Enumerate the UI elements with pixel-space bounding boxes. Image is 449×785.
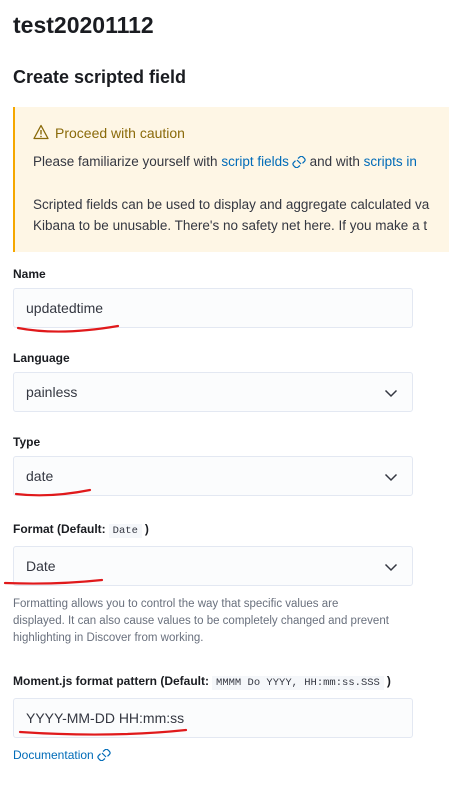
format-select[interactable]: Date [13, 546, 413, 586]
language-value: painless [26, 384, 78, 400]
caution-callout: Proceed with caution Please familiarize … [13, 107, 449, 252]
name-input[interactable]: updatedtime [13, 288, 413, 328]
chevron-down-icon [384, 389, 398, 398]
format-help-text: Formatting allows you to control the way… [13, 598, 389, 644]
name-label: Name [13, 267, 46, 281]
language-label: Language [13, 351, 70, 365]
chevron-down-icon [384, 563, 398, 572]
format-label: Format (Default: Date) [13, 522, 149, 538]
callout-line-1: Please familiarize yourself with script … [33, 154, 417, 169]
page-title: test20201112 [13, 12, 154, 38]
section-title: Create scripted field [13, 67, 187, 87]
name-value: updatedtime [26, 300, 104, 316]
popout-link-icon[interactable] [292, 156, 306, 168]
script-fields-link[interactable]: script fields [221, 154, 289, 169]
warning-icon [33, 124, 49, 140]
pattern-default-code: MMMM Do YYYY, HH:mm:ss.SSS [212, 676, 384, 690]
type-label: Type [13, 435, 41, 449]
documentation-link[interactable]: Documentation [13, 748, 111, 762]
type-value: date [26, 468, 54, 484]
format-value: Date [26, 558, 56, 574]
callout-line-2: Scripted fields can be used to display a… [33, 197, 430, 212]
callout-text: Please familiarize yourself with [33, 154, 222, 169]
popout-link-icon [97, 749, 111, 761]
pattern-label: Moment.js format pattern (Default: MMMM D… [13, 674, 391, 690]
type-select[interactable]: date [13, 456, 413, 496]
format-default-code: Date [108, 524, 142, 538]
callout-title-text: Proceed with caution [55, 125, 185, 141]
pattern-value: YYYY-MM-DD HH:mm:ss [26, 710, 185, 726]
chevron-down-icon [384, 473, 398, 482]
language-select[interactable]: painless [13, 372, 413, 412]
callout-line-3: Kibana to be unusable. There's no safety… [33, 218, 428, 233]
pattern-input[interactable]: YYYY-MM-DD HH:mm:ss [13, 698, 413, 738]
callout-text: and with [305, 154, 364, 169]
scripts-in-link[interactable]: scripts in [364, 154, 417, 169]
